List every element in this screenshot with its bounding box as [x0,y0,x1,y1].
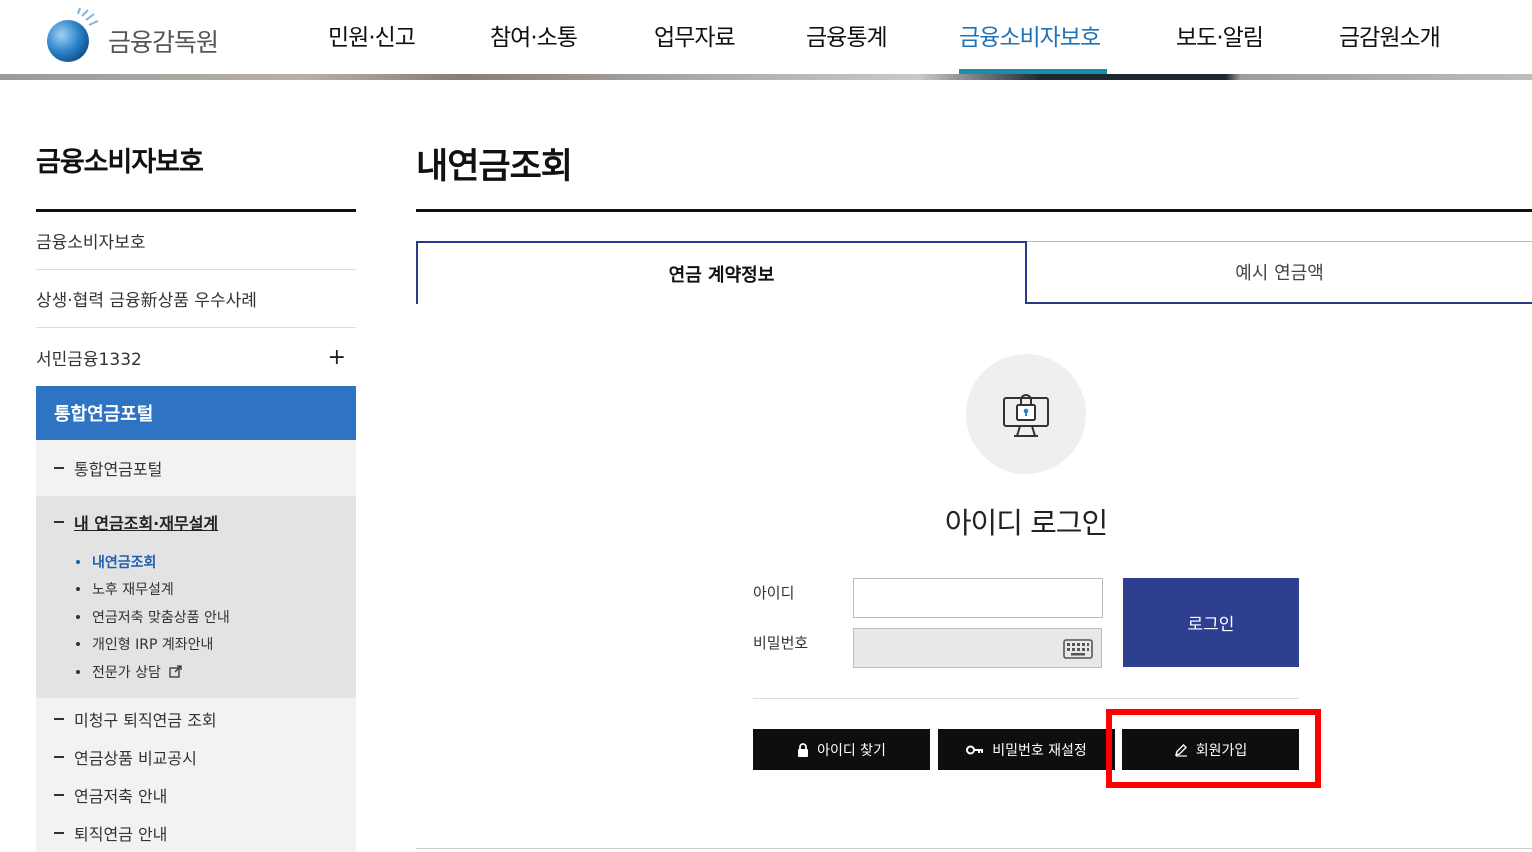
sidebar-subitem-savings-guide[interactable]: 연금저축 안내 [36,775,356,814]
key-icon [966,745,984,754]
sidebar-leaf-my-pension-inquiry[interactable]: 내연금조회 [36,548,356,576]
sidebar-subitem-pension-portal[interactable]: 통합연금포털 [36,440,356,496]
lock-icon [798,742,809,757]
bullet-icon [76,669,80,674]
site-header: 금융감독원 민원·신고 참여·소통 업무자료 금융통계 금융소비자보호 보도·알… [0,0,1532,74]
sidebar-subitem-label: 내 연금조회·재무설계 [74,514,219,533]
title-divider [416,209,1532,212]
login-button[interactable]: 로그인 [1123,578,1299,667]
bullet-icon [76,559,80,564]
sidebar-item-label: 서민금융1332 [36,349,142,370]
sidebar-leaf-savings-products[interactable]: 연금저축 맞춤상품 안내 [36,603,356,631]
content-bottom-divider [416,848,1532,849]
plus-icon[interactable]: + [328,345,346,370]
sidebar-item-1332[interactable]: 서민금융1332 + [36,328,356,386]
sidebar-open-group: 내 연금조회·재무설계 내연금조회 노후 재무설계 연금저축 맞춤상품 안내 개… [36,496,356,698]
sidebar-subitem-label: 연금상품 비교공시 [74,748,197,768]
id-input[interactable] [853,578,1103,618]
password-label: 비밀번호 [753,634,809,652]
leaf-label: 전문가 상담 [92,664,161,681]
page-title: 내연금조회 [416,147,573,187]
reset-password-label: 비밀번호 재설정 [992,742,1087,759]
login-icon-badge [966,354,1086,474]
nav-item-consumer-protection[interactable]: 금융소비자보호 [959,18,1101,52]
id-label: 아이디 [753,584,795,602]
content-tabs: 연금 계약정보 예시 연금액 [416,241,1532,304]
sidebar-subitem-unclaimed-pension[interactable]: 미청구 퇴직연금 조회 [36,699,356,738]
sidebar-item-consumer-protection[interactable]: 금융소비자보호 [36,212,356,270]
bullet-icon [76,587,80,592]
bullet-icon [76,614,80,619]
dash-icon [54,755,64,758]
reset-password-button[interactable]: 비밀번호 재설정 [938,729,1115,770]
sidebar-item-best-practices[interactable]: 상생·협력 금융新상품 우수사례 [36,270,356,328]
signup-highlight-box [1106,709,1321,788]
external-link-icon [169,665,182,678]
leaf-label: 내연금조회 [92,554,157,571]
sidebar-item-label: 상생·협력 금융新상품 우수사례 [36,291,257,311]
sidebar-leaf-retirement-planning[interactable]: 노후 재무설계 [36,576,356,604]
nav-item-statistics[interactable]: 금융통계 [806,18,888,52]
tab-sample-pension[interactable]: 예시 연금액 [1027,241,1532,304]
sidebar-subitem-label: 통합연금포털 [74,460,163,479]
dash-icon [54,793,64,796]
bullet-icon [76,642,80,647]
nav-item-press[interactable]: 보도·알림 [1176,18,1264,52]
leaf-label: 노후 재무설계 [92,582,174,599]
dash-icon [54,467,64,469]
sidebar-subitem-retirement-guide[interactable]: 퇴직연금 안내 [36,813,356,852]
dash-icon [54,717,64,720]
site-logo[interactable]: 금융감독원 [44,8,219,64]
nav-item-participation[interactable]: 참여·소통 [490,18,578,52]
header-banner-strip [0,74,1532,80]
find-id-label: 아이디 찾기 [817,742,886,759]
computer-lock-icon [1003,394,1049,437]
sidebar-leaf-irp[interactable]: 개인형 IRP 계좌안내 [36,631,356,659]
login-heading: 아이디 로그인 [944,506,1108,540]
sidebar-item-pension-portal[interactable]: 통합연금포털 [36,386,356,440]
dash-icon [54,831,64,834]
sidebar-subitem-label: 연금저축 안내 [74,786,168,806]
nav-item-about[interactable]: 금감원소개 [1339,18,1441,52]
nav-item-complaints[interactable]: 민원·신고 [328,18,416,52]
login-divider [753,698,1299,699]
leaf-label: 연금저축 맞춤상품 안내 [92,609,230,626]
logo-text: 금융감독원 [108,28,219,57]
nav-item-resources[interactable]: 업무자료 [654,18,736,52]
sidebar-leaf-expert-consult[interactable]: 전문가 상담 [36,658,356,686]
password-input[interactable] [853,628,1102,668]
find-id-button[interactable]: 아이디 찾기 [753,729,930,770]
sidebar-subitem-label: 퇴직연금 안내 [74,824,168,844]
leaf-label: 개인형 IRP 계좌안내 [92,637,214,654]
sidebar-subitem-label: 미청구 퇴직연금 조회 [74,710,217,730]
keyboard-icon[interactable] [1063,639,1093,659]
sidebar-menu: 금융소비자보호 상생·협력 금융新상품 우수사례 서민금융1332 + 통합연금… [36,212,356,852]
sidebar-title: 금융소비자보호 [36,147,204,178]
tab-contract-info[interactable]: 연금 계약정보 [416,241,1027,304]
dash-icon [54,521,64,523]
sidebar-subitem-product-compare[interactable]: 연금상품 비교공시 [36,737,356,776]
sidebar-subitem-my-pension[interactable]: 내 연금조회·재무설계 [36,496,356,548]
sidebar-submenu: 통합연금포털 내 연금조회·재무설계 내연금조회 노후 재무설계 연금저축 맞춤… [36,440,356,852]
sidebar-item-label: 금융소비자보호 [36,233,146,253]
fss-logo-icon [47,8,99,62]
